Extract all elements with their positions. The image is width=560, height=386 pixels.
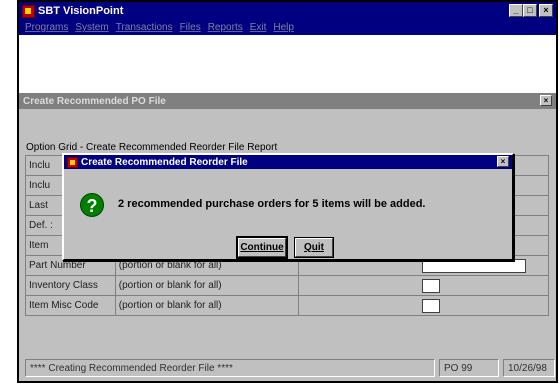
maximize-button[interactable]: □ [523, 4, 537, 17]
child-window-title-text: Create Recommended PO File [23, 95, 166, 107]
dialog-title: Create Recommended Reorder File [81, 156, 248, 168]
status-message: **** Creating Recommended Reorder File *… [25, 359, 435, 377]
question-icon: ? [80, 193, 104, 217]
menu-bar: Programs System Transactions Files Repor… [19, 20, 556, 35]
grid-row-label: Inventory Class [25, 275, 116, 296]
close-button[interactable]: × [539, 4, 553, 17]
dialog-close-button[interactable]: × [497, 156, 509, 167]
app-title: SBT VisionPoint [38, 5, 124, 17]
confirm-dialog: Create Recommended Reorder File × ? 2 re… [62, 153, 514, 261]
menu-help[interactable]: Help [273, 22, 294, 33]
continue-button[interactable]: Continue [236, 236, 288, 259]
menu-exit[interactable]: Exit [250, 22, 267, 33]
grid-row-value [298, 275, 549, 296]
grid-row-hint: (portion or blank for all) [114, 295, 300, 316]
item-misc-code-input[interactable] [422, 298, 441, 313]
grid-row-value [298, 295, 549, 316]
toolbar-area [19, 35, 556, 93]
menu-system[interactable]: System [75, 22, 108, 33]
grid-row-hint: (portion or blank for all) [114, 275, 300, 296]
status-module: PO 99 [439, 359, 499, 377]
app-logo-icon [22, 4, 35, 18]
inventory-class-input[interactable] [422, 278, 441, 293]
menu-programs[interactable]: Programs [25, 22, 68, 33]
grid-row: Item Misc Code (portion or blank for all… [25, 295, 549, 316]
grid-row: Inventory Class (portion or blank for al… [25, 275, 549, 296]
window-controls: _ □ × [509, 4, 553, 17]
continue-label: Continue [240, 242, 284, 253]
quit-label: Quit [304, 242, 324, 253]
status-date: 10/26/98 [503, 359, 555, 377]
app-titlebar: SBT VisionPoint _ □ × [19, 2, 556, 20]
child-close-button[interactable]: × [540, 95, 552, 106]
grid-row-label: Item Misc Code [25, 295, 116, 316]
menu-files[interactable]: Files [180, 22, 201, 33]
dialog-titlebar: Create Recommended Reorder File × [64, 155, 512, 169]
minimize-button[interactable]: _ [509, 4, 523, 17]
menu-reports[interactable]: Reports [208, 22, 243, 33]
dialog-logo-icon [67, 156, 78, 168]
quit-button[interactable]: Quit [294, 237, 334, 258]
menu-transactions[interactable]: Transactions [116, 22, 173, 33]
status-bar: **** Creating Recommended Reorder File *… [19, 356, 556, 380]
dialog-message: 2 recommended purchase orders for 5 item… [118, 198, 426, 210]
option-grid-label: Option Grid - Create Recommended Reorder… [26, 142, 278, 153]
child-window-title: Create Recommended PO File × [19, 93, 556, 109]
